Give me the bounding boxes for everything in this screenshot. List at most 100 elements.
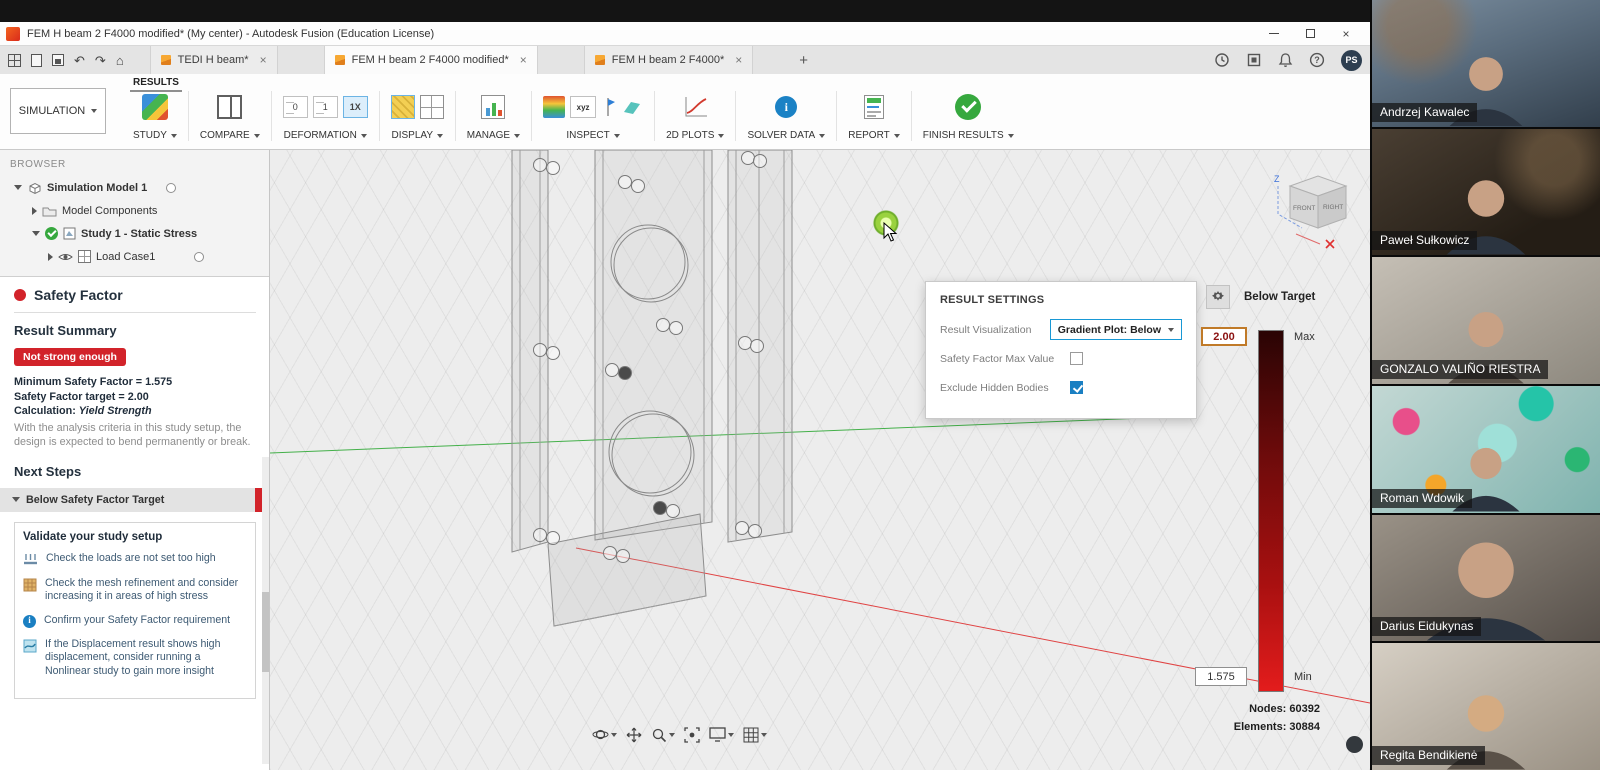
max-value-checkbox[interactable] [1070,352,1083,365]
ribbon-group-report: REPORT [837,91,912,141]
display-button[interactable]: DISPLAY [391,130,443,141]
undo-icon[interactable]: ↶ [74,54,85,67]
solver-data-button[interactable]: SOLVER DATA [747,130,825,141]
pan-button[interactable] [626,727,642,743]
participant-tile[interactable]: Roman Wdowik [1372,386,1600,515]
orbit-button[interactable] [592,726,617,743]
tree-item-model-components[interactable]: Model Components [0,199,269,222]
legend-settings-button[interactable] [1206,285,1230,309]
tab-close-icon[interactable]: × [520,53,527,67]
tree-item-study-static-stress[interactable]: Study 1 - Static Stress [0,222,269,245]
inspect-legend-icon[interactable] [543,96,565,118]
chevron-right-icon[interactable] [32,207,37,215]
participant-tile[interactable]: Andrzej Kawalec [1372,0,1600,129]
deformation-button[interactable]: DEFORMATION [284,130,367,141]
data-panel-icon[interactable] [8,54,21,67]
mesh-icon [23,578,37,592]
exclude-hidden-checkbox[interactable] [1070,381,1083,394]
tree-item-simulation-model[interactable]: Simulation Model 1 [0,176,269,199]
maximize-button[interactable] [1292,22,1328,45]
view-cube[interactable]: Z FRONT RIGHT [1268,156,1360,258]
grid-settings-button[interactable] [743,727,767,743]
status-corner-icon[interactable] [1346,736,1363,753]
tree-item-load-case[interactable]: Load Case1 [0,245,269,268]
notifications-bell-icon[interactable] [1278,52,1293,68]
workspace-selector[interactable]: SIMULATION [10,88,106,134]
inspect-probe-icon[interactable] [601,96,616,118]
chevron-right-icon[interactable] [48,253,53,261]
participant-tile[interactable]: Regita Bendikienė [1372,643,1600,770]
visualization-dropdown[interactable]: Gradient Plot: Below [1050,319,1182,340]
2d-plots-button[interactable]: 2D PLOTS [666,130,724,141]
tab-close-icon[interactable]: × [260,53,267,67]
visualization-label: Result Visualization [940,324,1050,336]
inspect-xyz-icon[interactable]: xyz [570,96,596,118]
zoom-button[interactable] [651,727,675,743]
tab-tedi-h-beam[interactable]: TEDI H beam* × [150,46,278,74]
display-grid-icon[interactable] [420,95,444,119]
legend-max-value[interactable]: 2.00 [1201,327,1247,346]
report-button[interactable]: REPORT [848,130,900,141]
zoom-icon [651,727,667,743]
deformation-actual-icon[interactable]: 0 [283,96,308,118]
check-item-displacement[interactable]: If the Displacement result shows high di… [23,638,247,679]
legend-color-bar [1258,330,1284,692]
2d-plots-icon[interactable] [682,95,708,119]
inspect-plane-icon[interactable] [621,96,643,118]
visibility-radio[interactable] [194,252,204,262]
solver-data-icon[interactable]: i [775,96,797,118]
tab-close-icon[interactable]: × [735,53,742,67]
visibility-radio[interactable] [166,183,176,193]
ribbon-contextual-tab[interactable]: RESULTS [130,77,182,92]
close-button[interactable]: × [1328,22,1364,45]
minimize-button[interactable] [1256,22,1292,45]
manage-button[interactable]: MANAGE [467,130,520,141]
eye-icon[interactable] [58,252,73,262]
extensions-icon[interactable] [1246,52,1262,68]
file-menu-icon[interactable] [31,54,42,67]
check-item-mesh[interactable]: Check the mesh refinement and consider i… [23,577,247,604]
below-target-section-row[interactable]: Below Safety Factor Target [0,488,270,512]
scrollbar[interactable] [262,457,269,764]
tab-fem-h-beam-modified[interactable]: FEM H beam 2 F4000 modified* × [324,46,538,74]
participant-tile[interactable]: GONZALO VALIÑO RIESTRA [1372,257,1600,386]
fit-view-button[interactable] [684,727,700,743]
deformation-scaled-icon[interactable]: 1X [343,96,368,118]
folder-icon [42,205,57,217]
legend-min-value[interactable]: 1.575 [1195,667,1247,686]
display-settings-button[interactable] [709,727,734,742]
new-tab-button[interactable]: + [799,52,808,69]
compare-icon[interactable] [217,95,242,119]
display-mesh-icon[interactable] [391,95,415,119]
chevron-down-icon [1008,134,1014,138]
result-summary-heading: Result Summary [14,323,256,338]
save-icon[interactable] [52,54,64,66]
home-icon[interactable]: ⌂ [116,54,124,67]
tab-fem-h-beam[interactable]: FEM H beam 2 F4000* × [584,46,754,74]
participant-tile[interactable]: Paweł Sułkowicz [1372,129,1600,258]
check-item-loads[interactable]: Check the loads are not set too high [23,552,247,567]
finish-results-icon[interactable] [955,94,981,120]
scrollbar-thumb[interactable] [262,592,269,672]
deformation-adjusted-icon[interactable]: 1 [313,96,338,118]
manage-icon[interactable] [481,95,505,119]
redo-icon[interactable]: ↷ [95,54,106,67]
participant-tile[interactable]: Darius Eidukynas [1372,515,1600,644]
study-button[interactable]: STUDY [133,130,177,141]
viewport-canvas[interactable]: Z FRONT RIGHT RESULT SETTINGS [270,150,1370,770]
report-icon[interactable] [864,95,884,119]
chevron-down-icon[interactable] [32,231,40,236]
study-icon[interactable] [142,94,168,120]
compare-button[interactable]: COMPARE [200,130,260,141]
shared-screen: FEM H beam 2 F4000 modified* (My center)… [0,0,1370,770]
inspect-button[interactable]: INSPECT [566,130,619,141]
chevron-down-icon [361,134,367,138]
help-icon[interactable]: ? [1309,52,1325,68]
chevron-down-icon[interactable] [14,185,22,190]
account-avatar[interactable]: PS [1341,50,1362,71]
tab-label: FEM H beam 2 F4000* [612,54,725,66]
job-status-icon[interactable] [1214,52,1230,68]
finish-results-button[interactable]: FINISH RESULTS [923,130,1014,141]
check-item-requirement[interactable]: i Confirm your Safety Factor requirement [23,614,247,628]
pan-icon [626,727,642,743]
